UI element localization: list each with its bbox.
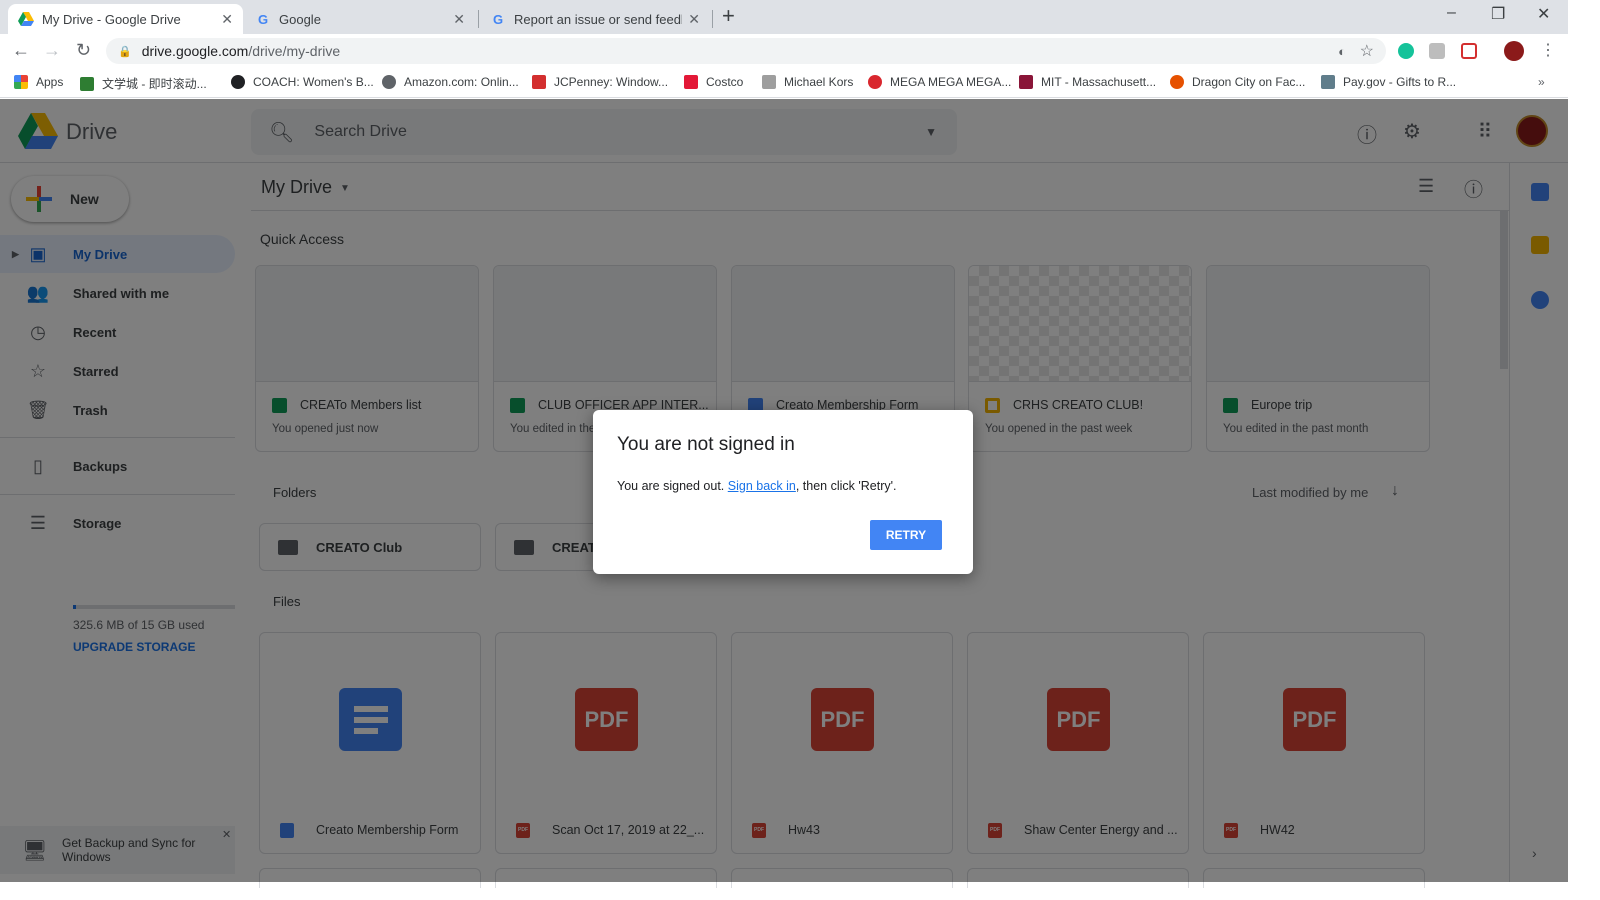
browser-tab-bar: My Drive - Google Drive ✕ G Google ✕ G R…	[0, 0, 1568, 34]
bookmark-favicon	[231, 75, 245, 89]
bookmark-favicon	[868, 75, 882, 89]
bookmark-mega[interactable]: MEGA MEGA MEGA...	[868, 75, 1011, 89]
bookmark-favicon	[532, 75, 546, 89]
bookmark-favicon	[762, 75, 776, 89]
profile-avatar[interactable]	[1504, 41, 1524, 61]
apps-grid-icon	[14, 75, 28, 89]
bookmarks-overflow-button[interactable]: »	[1538, 75, 1545, 89]
retry-button[interactable]: RETRY	[870, 520, 942, 550]
video-speed-extension-icon[interactable]	[1461, 43, 1477, 59]
bookmark-apps[interactable]: Apps	[14, 75, 63, 89]
bookmark-amazon[interactable]: Amazon.com: Onlin...	[382, 75, 519, 89]
bookmark-mit[interactable]: MIT - Massachusett...	[1019, 75, 1156, 89]
dialog-title: You are not signed in	[617, 434, 795, 455]
new-tab-button[interactable]: +	[722, 3, 735, 29]
google-icon: G	[492, 11, 504, 27]
bookmark-favicon	[1019, 75, 1033, 89]
google-icon: G	[257, 11, 269, 27]
address-bar[interactable]: 🔒 drive.google.com/drive/my-drive ◐ ☆	[106, 38, 1386, 64]
tab-google[interactable]: G Google ✕	[245, 4, 475, 34]
forward-button[interactable]: →	[43, 40, 61, 61]
maximize-button[interactable]: ❐	[1491, 4, 1505, 24]
globe-icon	[382, 75, 396, 89]
bookmark-michael-kors[interactable]: Michael Kors	[762, 75, 853, 89]
drive-icon	[18, 11, 34, 27]
lock-icon: 🔒	[118, 45, 132, 58]
url-host: drive.google.com	[141, 43, 249, 59]
extension-icon[interactable]	[1429, 43, 1445, 59]
bookmark-dragon-city[interactable]: Dragon City on Fac...	[1170, 75, 1305, 89]
reload-button[interactable]: ↻	[76, 40, 91, 61]
bookmark-wenxuecity[interactable]: 文学城 - 即时滚动...	[80, 75, 207, 92]
bookmark-favicon	[684, 75, 698, 89]
grammarly-extension-icon[interactable]	[1398, 43, 1414, 59]
bookmark-star-icon[interactable]: ☆	[1360, 41, 1374, 61]
translate-blocked-icon[interactable]: ◐	[1338, 44, 1346, 59]
tab-report-issue[interactable]: G Report an issue or send feedback ✕	[480, 4, 710, 34]
url-path: /drive/my-drive	[248, 43, 341, 59]
minimize-button[interactable]: –	[1447, 4, 1456, 22]
tab-separator	[712, 10, 713, 28]
bookmark-favicon	[1170, 75, 1184, 89]
close-tab-icon[interactable]: ✕	[221, 11, 233, 28]
bookmark-costco[interactable]: Costco	[684, 75, 743, 89]
back-button[interactable]: ←	[12, 40, 30, 61]
browser-menu-icon[interactable]: ⋮	[1540, 40, 1556, 59]
dialog-message: You are signed out. Sign back in, then c…	[617, 479, 897, 493]
close-tab-icon[interactable]: ✕	[688, 11, 700, 28]
tab-my-drive[interactable]: My Drive - Google Drive ✕	[8, 4, 243, 34]
close-tab-icon[interactable]: ✕	[453, 11, 465, 28]
tab-separator	[478, 10, 479, 28]
bookmark-jcpenney[interactable]: JCPenney: Window...	[532, 75, 668, 89]
bookmarks-bar: Apps 文学城 - 即时滚动... COACH: Women's B... A…	[0, 68, 1568, 98]
not-signed-in-dialog: You are not signed in You are signed out…	[593, 410, 973, 574]
bookmark-favicon	[80, 76, 94, 91]
sign-back-in-link[interactable]: Sign back in	[728, 479, 796, 493]
bookmark-coach[interactable]: COACH: Women's B...	[231, 75, 374, 89]
window-close-button[interactable]: ✕	[1537, 4, 1550, 24]
bookmark-paygov[interactable]: Pay.gov - Gifts to R...	[1321, 75, 1456, 89]
bookmark-favicon	[1321, 75, 1335, 89]
